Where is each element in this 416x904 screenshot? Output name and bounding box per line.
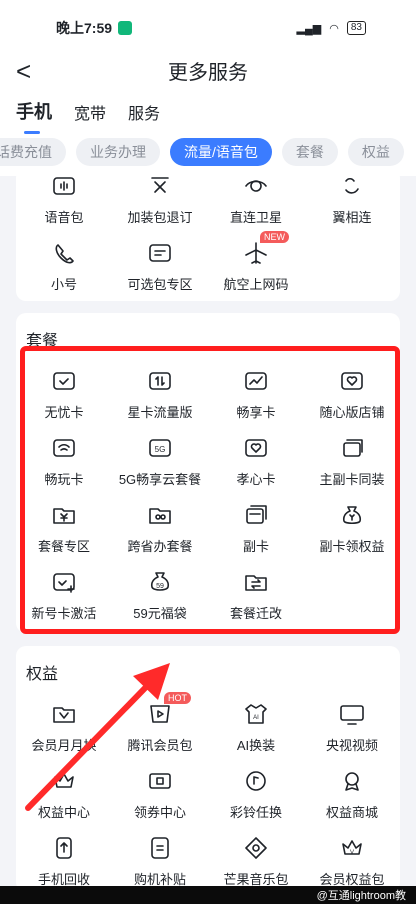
watermark-text: @互通lightroom教 <box>316 890 406 902</box>
annotation-arrow <box>25 663 170 811</box>
bottom-bar: @互通lightroom教 <box>0 886 416 904</box>
